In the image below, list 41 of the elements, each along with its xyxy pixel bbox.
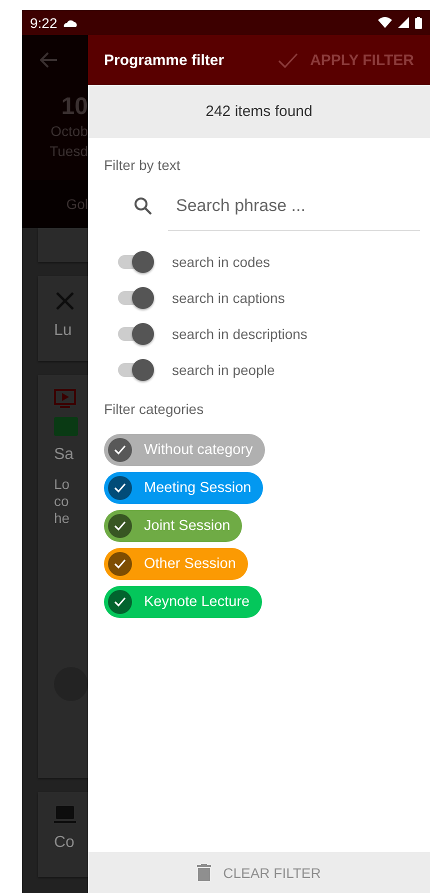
video-icon (54, 389, 76, 409)
toggle-label: search in descriptions (172, 326, 308, 342)
wifi-icon (378, 17, 392, 28)
check-icon (114, 483, 126, 493)
check-icon (114, 559, 126, 569)
category-chip[interactable]: Other Session (104, 548, 248, 580)
event-title: Co (54, 834, 76, 852)
toggle-label: search in captions (172, 290, 285, 306)
check-icon (278, 52, 298, 68)
drawer-title: Programme filter (104, 52, 226, 68)
check-icon (114, 597, 126, 607)
toggle-label: search in codes (172, 254, 270, 270)
section-label: Filter categories (104, 400, 205, 418)
search-field[interactable]: Search phrase ... (168, 182, 420, 230)
avatar-circle (54, 667, 88, 701)
toggle-label: search in people (172, 362, 275, 378)
event-card[interactable]: Sa Lo co he (38, 375, 88, 778)
category-badge (54, 417, 78, 436)
search-icon (134, 197, 152, 215)
event-title: Sa (54, 446, 75, 464)
event-card[interactable]: Co (38, 792, 88, 877)
trash-icon (197, 864, 212, 882)
cloud-icon (63, 18, 78, 26)
section-label: Filter by text (104, 156, 182, 174)
event-description: co (54, 493, 70, 510)
cutlery-icon (54, 290, 76, 312)
category-chip[interactable]: Meeting Session (104, 472, 264, 504)
category-chip[interactable]: Without category (104, 434, 265, 466)
result-count: 242 items found (88, 85, 430, 138)
signal-icon (398, 17, 409, 28)
laptop-icon (54, 806, 76, 824)
event-description: he (54, 510, 71, 527)
event-description: Lo (54, 476, 71, 493)
category-chip[interactable]: Joint Session (104, 510, 242, 542)
event-title: Lu (54, 322, 73, 340)
check-icon (114, 445, 126, 455)
battery-icon (415, 16, 422, 28)
event-card[interactable]: Lu (38, 276, 88, 361)
category-chip[interactable]: Keynote Lecture (104, 586, 262, 618)
check-icon (114, 521, 126, 531)
status-time: 9:22 (30, 14, 58, 30)
